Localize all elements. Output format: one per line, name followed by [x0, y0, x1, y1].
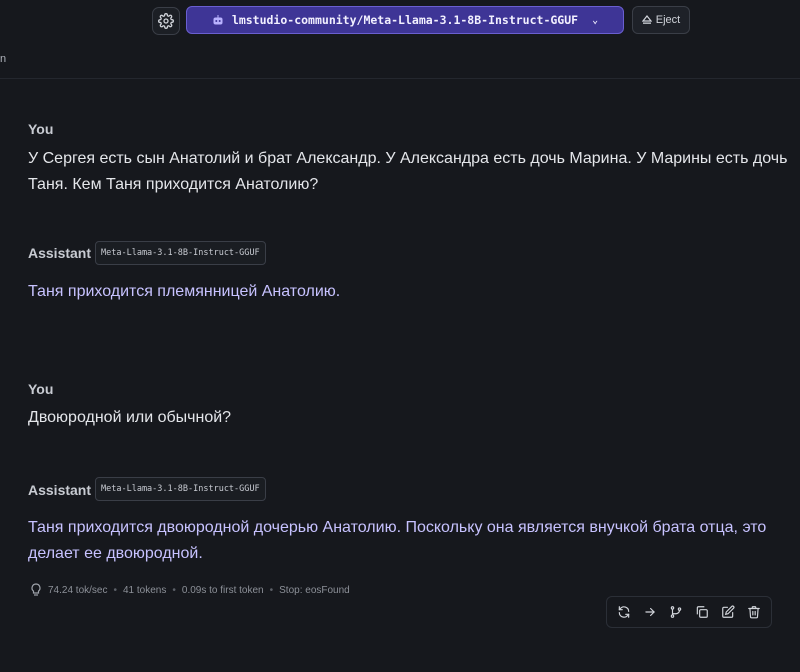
delete-icon — [747, 605, 761, 619]
message-actions-toolbar — [606, 596, 772, 628]
eject-label: Eject — [655, 14, 681, 26]
edit-icon — [721, 605, 735, 619]
time-to-first-token: 0.09s to first token — [181, 584, 264, 596]
branch-button[interactable] — [666, 602, 686, 622]
message-author: You — [28, 381, 54, 397]
regenerate-button[interactable] — [614, 602, 634, 622]
settings-button[interactable] — [152, 7, 180, 35]
copy-icon — [695, 605, 709, 619]
lightbulb-icon — [30, 583, 42, 597]
generation-stats: 74.24 tok/sec • 41 tokens • 0.09s to fir… — [30, 583, 350, 597]
user-message-text: У Сергея есть сын Анатолий и брат Алекса… — [28, 150, 788, 193]
model-name: lmstudio-community/Meta-Llama-3.1-8B-Ins… — [231, 13, 579, 27]
message-author: Assistant — [28, 245, 92, 261]
separator: • — [269, 584, 274, 596]
continue-button[interactable] — [640, 602, 660, 622]
continue-arrow-icon — [643, 605, 657, 619]
user-message-text: Двоюродной или обычной? — [28, 409, 232, 426]
token-count: 41 tokens — [123, 584, 167, 596]
eject-icon — [641, 15, 652, 25]
copy-button[interactable] — [692, 602, 712, 622]
separator: • — [113, 584, 117, 596]
regenerate-icon — [617, 605, 631, 619]
stop-reason: Stop: eosFound — [279, 584, 350, 596]
top-bar: lmstudio-community/Meta-Llama-3.1-8B-Ins… — [0, 0, 800, 79]
model-selector-button[interactable]: lmstudio-community/Meta-Llama-3.1-8B-Ins… — [186, 6, 624, 34]
chevron-down-icon: ⌄ — [592, 14, 599, 26]
model-chip: Meta-Llama-3.1-8B-Instruct-GGUF — [95, 477, 266, 501]
assistant-message-text: Таня приходится двоюродной дочерью Анато… — [28, 519, 767, 562]
model-chip: Meta-Llama-3.1-8B-Instruct-GGUF — [95, 241, 266, 265]
robot-icon — [212, 14, 224, 26]
branch-icon — [669, 605, 683, 619]
edit-button[interactable] — [718, 602, 738, 622]
tab-label-fragment[interactable]: n — [0, 53, 6, 65]
assistant-message-text: Таня приходится племянницей Анатолию. — [28, 283, 341, 300]
message-author: You — [28, 121, 54, 137]
tokens-per-second: 74.24 tok/sec — [48, 584, 108, 596]
eject-button[interactable]: Eject — [632, 6, 690, 34]
separator: • — [172, 584, 176, 596]
gear-icon — [158, 13, 174, 29]
delete-button[interactable] — [744, 602, 764, 622]
message-author: Assistant — [28, 482, 92, 498]
